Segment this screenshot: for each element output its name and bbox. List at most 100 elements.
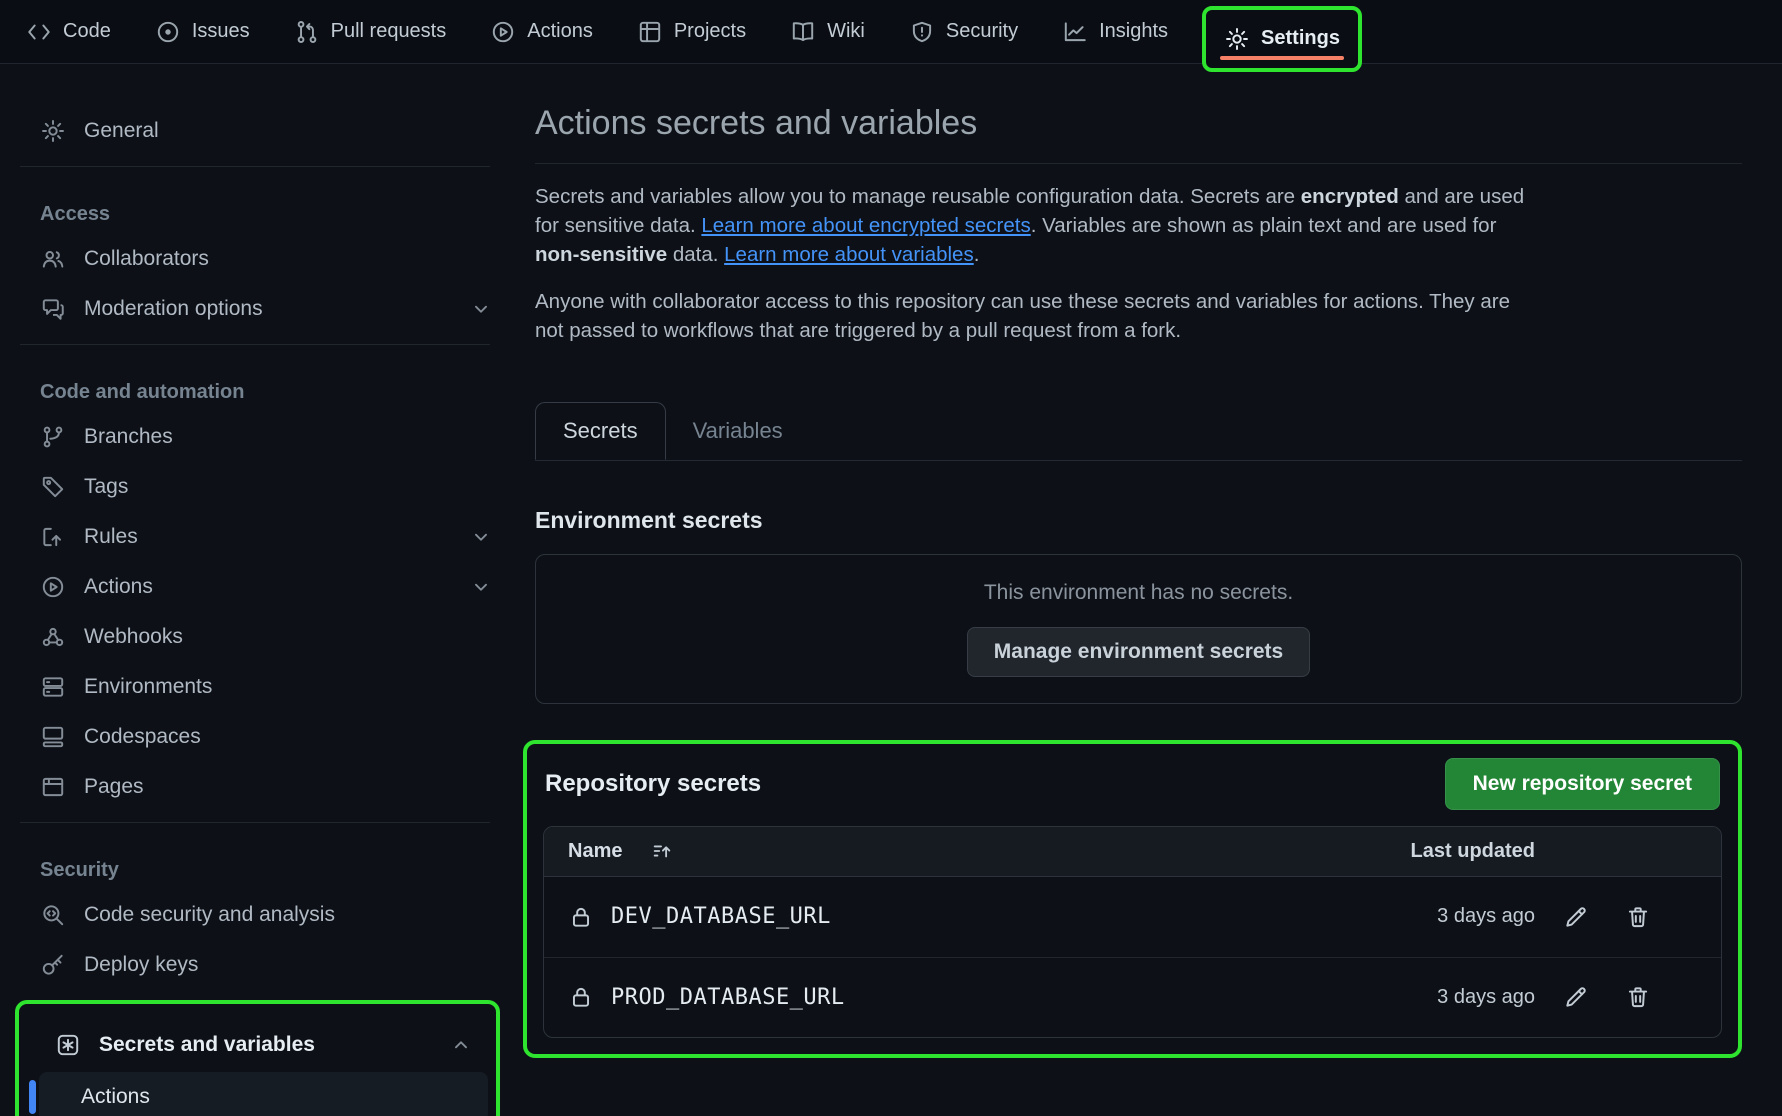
sidebar-divider [20,822,490,823]
tab-actions-label: Actions [527,20,593,43]
tab-code[interactable]: Code [26,19,111,45]
sidebar-item-label: Moderation options [84,297,452,321]
graph-icon [1062,19,1088,45]
sidebar-section-security: Security [0,833,510,890]
tab-settings[interactable]: Settings [1224,26,1340,52]
environment-secrets-heading: Environment secrets [535,507,1742,534]
tab-wiki-label: Wiki [827,20,865,43]
sidebar-item-label: Collaborators [84,247,492,271]
trash-icon[interactable] [1625,984,1651,1010]
main-content: Actions secrets and variables Secrets an… [510,64,1782,1116]
description-text: data. [667,243,724,266]
comment-discussion-icon [40,296,66,322]
tab-insights[interactable]: Insights [1062,19,1168,45]
gear-icon [40,118,66,144]
secret-name: PROD_DATABASE_URL [611,985,845,1010]
key-icon [40,952,66,978]
table-header-row: Name Last updated [544,827,1721,877]
repository-secrets-heading: Repository secrets [545,770,761,798]
repo-nav: Code Issues Pull requests Actions Projec… [0,0,1782,64]
codescan-icon [40,902,66,928]
issue-opened-icon [155,19,181,45]
sidebar-item-tags[interactable]: Tags [0,462,510,512]
tab-settings-label: Settings [1261,27,1340,50]
sidebar-subitem-actions-selected[interactable]: Actions [39,1072,488,1116]
description-bold-encrypted: encrypted [1301,185,1399,208]
environments-icon [40,674,66,700]
last-updated-column-header: Last updated [1385,840,1535,863]
sidebar-item-secrets-and-variables[interactable]: Secrets and variables [25,1022,490,1068]
environment-secrets-box: This environment has no secrets. Manage … [535,554,1742,704]
sidebar-item-rules[interactable]: Rules [0,512,510,562]
sidebar-item-environments[interactable]: Environments [0,662,510,712]
learn-more-encrypted-secrets-link[interactable]: Learn more about encrypted secrets [701,214,1030,237]
settings-highlight-box: Settings [1202,6,1362,72]
tab-pull-requests[interactable]: Pull requests [294,19,447,45]
tab-security[interactable]: Security [909,19,1018,45]
sidebar-item-pages[interactable]: Pages [0,762,510,812]
chevron-down-icon [470,298,492,320]
sidebar-item-label: Actions [84,575,452,599]
secret-row: DEV_DATABASE_URL 3 days ago [544,877,1721,957]
shield-icon [909,19,935,45]
tab-actions[interactable]: Actions [490,19,593,45]
table-icon [637,19,663,45]
lock-icon [568,904,594,930]
secret-last-updated: 3 days ago [1385,986,1535,1009]
code-icon [26,19,52,45]
sidebar-item-webhooks[interactable]: Webhooks [0,612,510,662]
rules-icon [40,524,66,550]
name-column-header: Name [568,840,1385,863]
secret-name-cell: DEV_DATABASE_URL [568,904,1385,930]
repository-secrets-table: Name Last updated DEV_DATABASE_URL [543,826,1722,1038]
secret-row: PROD_DATABASE_URL 3 days ago [544,957,1721,1037]
tab-secrets[interactable]: Secrets [535,402,666,460]
pencil-icon[interactable] [1563,984,1589,1010]
sidebar-section-code-and-automation: Code and automation [0,355,510,412]
tab-variables[interactable]: Variables [666,402,810,460]
tab-projects[interactable]: Projects [637,19,746,45]
sidebar-item-actions[interactable]: Actions [0,562,510,612]
secrets-variables-tabnav: Secrets Variables [535,402,1742,461]
tab-code-label: Code [63,20,111,43]
gear-icon [1224,26,1250,52]
play-icon [40,574,66,600]
repository-secrets-highlight-box: Repository secrets New repository secret… [523,740,1742,1058]
sidebar-item-label: Environments [84,675,492,699]
sidebar-item-label: Codespaces [84,725,492,749]
sidebar-item-collaborators[interactable]: Collaborators [0,234,510,284]
environment-empty-message: This environment has no secrets. [984,581,1293,605]
play-icon [490,19,516,45]
sidebar-item-label: Tags [84,475,492,499]
selected-item-accent-bar [29,1080,36,1114]
tab-projects-label: Projects [674,20,746,43]
chevron-down-icon [470,576,492,598]
pencil-icon[interactable] [1563,904,1589,930]
sidebar-divider [20,166,490,167]
sidebar-item-general[interactable]: General [0,106,510,156]
secret-name: DEV_DATABASE_URL [611,904,831,929]
sidebar-item-label: General [84,119,492,143]
sidebar-item-label: Pages [84,775,492,799]
lock-icon [568,984,594,1010]
sidebar-item-deploy-keys[interactable]: Deploy keys [0,940,510,990]
sort-ascending-icon[interactable] [651,840,673,862]
learn-more-variables-link[interactable]: Learn more about variables [724,243,974,266]
description-text: . [974,243,980,266]
tab-issues-label: Issues [192,20,250,43]
active-tab-underline [1220,56,1344,60]
tab-pull-requests-label: Pull requests [331,20,447,43]
tab-wiki[interactable]: Wiki [790,19,865,45]
sidebar-item-branches[interactable]: Branches [0,412,510,462]
tab-security-label: Security [946,20,1018,43]
secret-name-cell: PROD_DATABASE_URL [568,984,1385,1010]
manage-environment-secrets-button[interactable]: Manage environment secrets [967,627,1310,677]
sidebar-item-moderation-options[interactable]: Moderation options [0,284,510,334]
new-repository-secret-button[interactable]: New repository secret [1445,758,1720,810]
sidebar-item-code-security[interactable]: Code security and analysis [0,890,510,940]
trash-icon[interactable] [1625,904,1651,930]
tab-issues[interactable]: Issues [155,19,250,45]
git-pull-request-icon [294,19,320,45]
secrets-and-variables-highlight-box: Secrets and variables Actions [15,1000,500,1116]
sidebar-item-codespaces[interactable]: Codespaces [0,712,510,762]
